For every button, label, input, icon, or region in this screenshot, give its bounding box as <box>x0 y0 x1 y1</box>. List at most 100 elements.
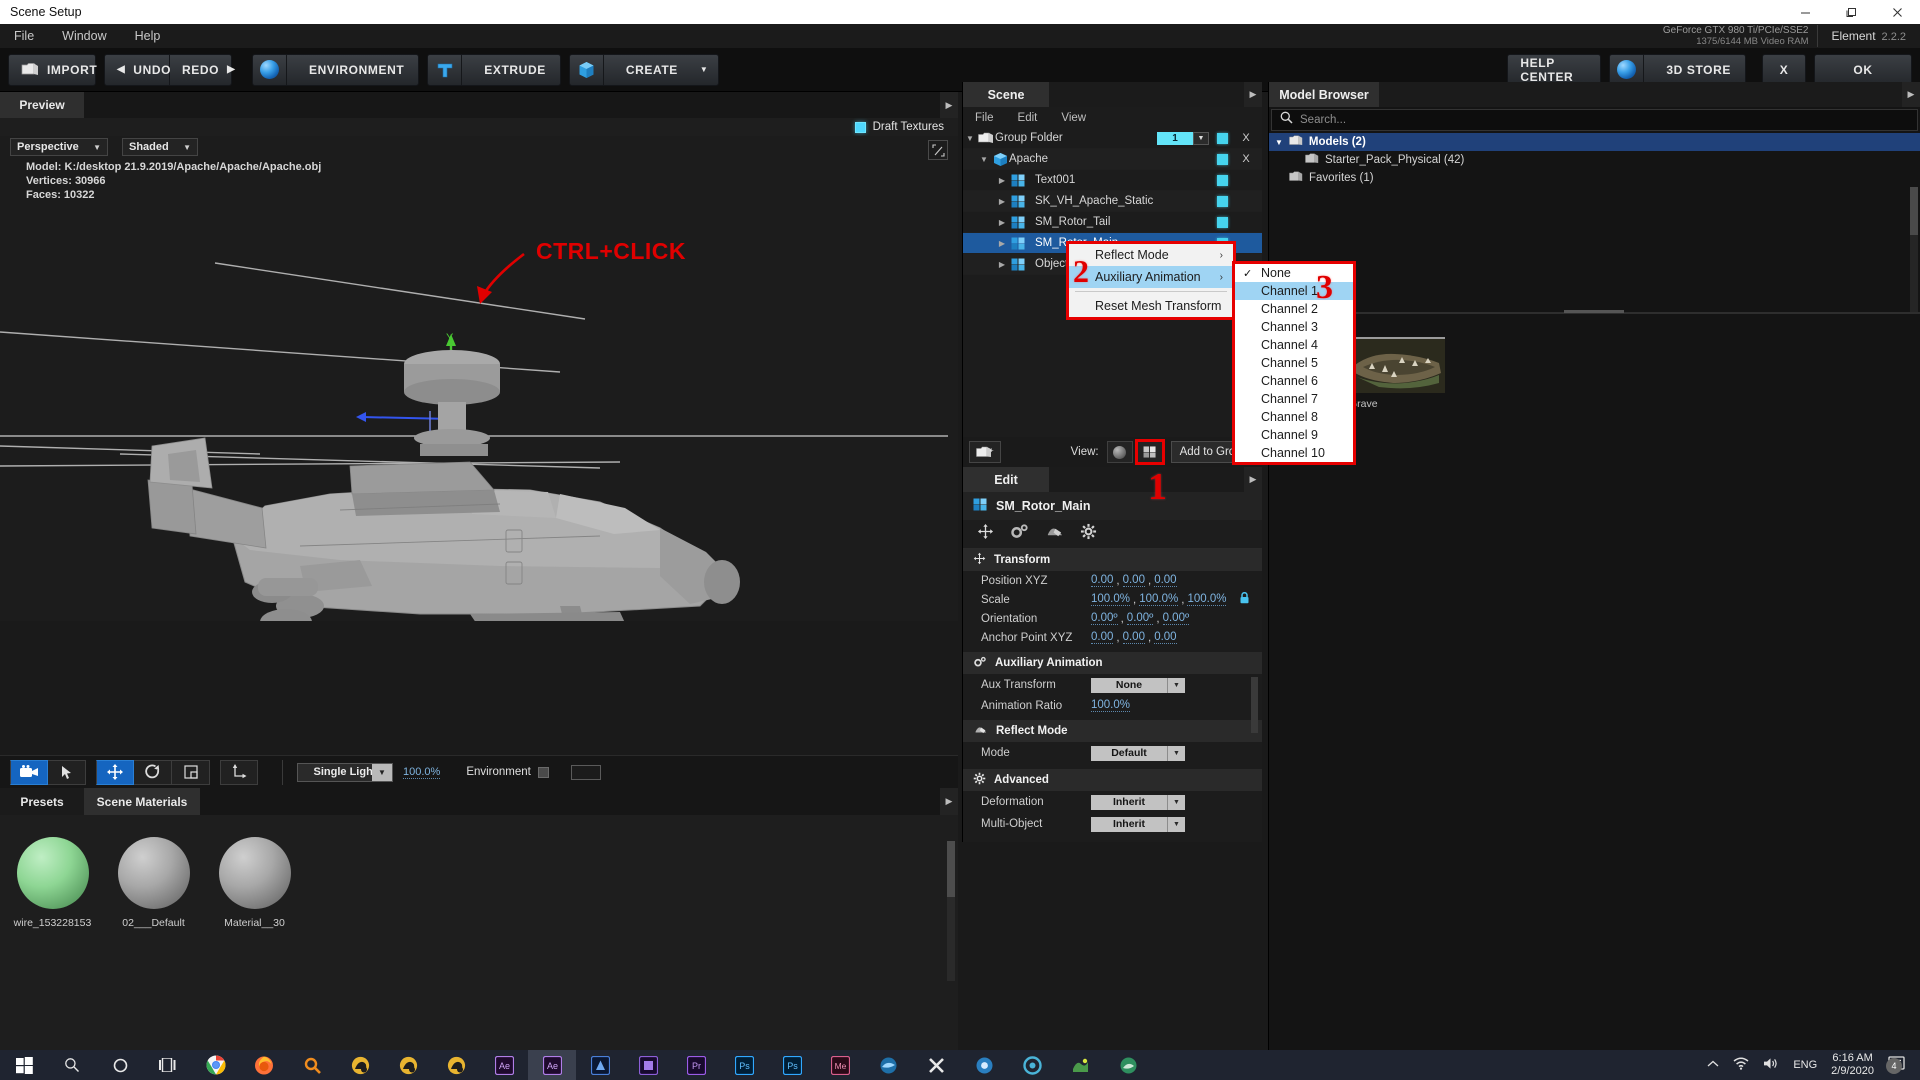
camera-tool-button[interactable] <box>10 759 48 785</box>
light-intensity-value[interactable]: 100.0% <box>403 766 441 779</box>
photoshop-icon[interactable]: Ps <box>720 1050 768 1080</box>
channel-menu-item-channel-4[interactable]: Channel 4 <box>1235 336 1353 354</box>
app-icon-2[interactable] <box>384 1050 432 1080</box>
app-icon-1[interactable] <box>336 1050 384 1080</box>
twirl-right-icon[interactable]: ▶ <box>995 218 1009 227</box>
new-folder-button[interactable]: + <box>969 441 1001 463</box>
tab-scene[interactable]: Scene <box>963 82 1049 107</box>
tree-row-sm-rotor-tail[interactable]: ▶ SM_Rotor_Tail <box>963 212 1262 233</box>
deformation-select[interactable]: Inherit ▼ <box>1091 794 1185 810</box>
edit-panel-scrollbar[interactable] <box>1251 677 1258 733</box>
channel-menu-item-channel-6[interactable]: Channel 6 <box>1235 372 1353 390</box>
edit-panel-menu-icon[interactable]: ▶ <box>1244 467 1262 492</box>
section-header-advanced[interactable]: Advanced <box>963 769 1262 791</box>
light-preset-select[interactable]: Single Light ▼ <box>297 762 393 782</box>
twirl-right-icon[interactable]: ▶ <box>995 176 1009 185</box>
tab-preview[interactable]: Preview <box>0 92 84 118</box>
menu-window[interactable]: Window <box>48 24 120 48</box>
app-icon-4[interactable] <box>576 1050 624 1080</box>
scene-menu-file[interactable]: File <box>963 112 1006 124</box>
channel-menu-item-channel-5[interactable]: Channel 5 <box>1235 354 1353 372</box>
material-swatch[interactable]: Material__30 <box>212 837 297 1050</box>
cancel-button[interactable]: X <box>1762 53 1806 86</box>
scale-tool-button[interactable] <box>172 759 210 785</box>
local-axis-button[interactable] <box>220 759 258 785</box>
app-icon-6[interactable] <box>864 1050 912 1080</box>
context-menu-item-reflect-mode[interactable]: Reflect Mode › <box>1069 244 1233 266</box>
section-header-reflect-mode[interactable]: Reflect Mode <box>963 720 1262 742</box>
tab-presets[interactable]: Presets <box>0 788 84 815</box>
network-icon[interactable] <box>1733 1057 1749 1073</box>
help-center-button[interactable]: HELP CENTER <box>1507 53 1602 86</box>
extrude-button[interactable]: EXTRUDE <box>427 53 561 86</box>
anchor-x-value[interactable]: 0.00 <box>1091 631 1114 644</box>
view-mesh-toggle[interactable] <box>1134 439 1165 465</box>
tree-row-text001[interactable]: ▶ Text001 <box>963 170 1262 191</box>
twirl-down-icon[interactable]: ▼ <box>1275 138 1283 147</box>
visibility-toggle[interactable] <box>1217 195 1228 207</box>
channel-menu-item-channel-3[interactable]: Channel 3 <box>1235 318 1353 336</box>
scene-panel-menu-icon[interactable]: ▶ <box>1244 82 1262 107</box>
visibility-toggle[interactable] <box>1217 132 1228 144</box>
move-tool-button[interactable] <box>96 759 134 785</box>
cortana-icon[interactable] <box>96 1050 144 1080</box>
viewport-expand-button[interactable] <box>928 140 948 160</box>
app-icon-11[interactable] <box>1104 1050 1152 1080</box>
menu-file[interactable]: File <box>0 24 48 48</box>
view-material-toggle[interactable] <box>1106 441 1133 463</box>
channel-menu-item-channel-1[interactable]: Channel 1 <box>1235 282 1353 300</box>
model-browser-panel-menu-icon[interactable]: ▶ <box>1902 82 1920 107</box>
model-browser-row-starter-pack[interactable]: Starter_Pack_Physical (42) <box>1269 151 1920 169</box>
channel-menu-item-channel-7[interactable]: Channel 7 <box>1235 390 1353 408</box>
position-z-value[interactable]: 0.00 <box>1154 574 1177 587</box>
animation-ratio-value[interactable]: 100.0% <box>1091 699 1131 712</box>
app-icon-9[interactable] <box>1008 1050 1056 1080</box>
close-button[interactable] <box>1874 0 1920 24</box>
volume-icon[interactable] <box>1763 1057 1779 1073</box>
delete-row-button[interactable]: X <box>1236 132 1256 144</box>
group-count-value[interactable]: 1 <box>1157 131 1193 145</box>
maximize-button[interactable] <box>1828 0 1874 24</box>
after-effects-icon[interactable]: Ae <box>480 1050 528 1080</box>
presets-panel-menu-icon[interactable]: ▶ <box>940 788 958 815</box>
model-browser-row-favorites[interactable]: Favorites (1) <box>1269 169 1920 187</box>
search-icon[interactable] <box>48 1050 96 1080</box>
photoshop-icon-2[interactable]: Ps <box>768 1050 816 1080</box>
after-effects-icon-2[interactable]: Ae <box>528 1050 576 1080</box>
channel-menu-item-channel-9[interactable]: Channel 9 <box>1235 426 1353 444</box>
aux-transform-select[interactable]: None ▼ <box>1091 677 1185 693</box>
transform-mode-icon[interactable] <box>977 523 994 545</box>
twirl-right-icon[interactable]: ▶ <box>995 239 1009 248</box>
tree-row-apache[interactable]: ▼ Apache X <box>963 149 1262 170</box>
app-icon-3[interactable] <box>432 1050 480 1080</box>
scale-z-value[interactable]: 100.0% <box>1187 593 1227 606</box>
app-icon-10[interactable] <box>1056 1050 1104 1080</box>
delete-row-button[interactable]: X <box>1236 153 1256 165</box>
rotate-tool-button[interactable] <box>134 759 172 785</box>
taskbar-clock[interactable]: 6:16 AM 2/9/2020 <box>1831 1052 1874 1078</box>
section-header-aux-animation[interactable]: Auxiliary Animation <box>963 652 1262 674</box>
orientation-x-value[interactable]: 0.00º <box>1091 612 1118 625</box>
tab-edit[interactable]: Edit <box>963 467 1049 492</box>
twirl-right-icon[interactable]: ▶ <box>995 260 1009 269</box>
reflect-mode-icon[interactable] <box>1045 524 1064 545</box>
draft-textures-checkbox[interactable] <box>854 121 866 133</box>
reflect-mode-select[interactable]: Default ▼ <box>1091 745 1185 761</box>
context-menu-item-auxiliary-animation[interactable]: Auxiliary Animation › <box>1069 266 1233 288</box>
camera-select[interactable]: Perspective ▼ <box>10 138 108 156</box>
lock-icon[interactable] <box>1239 591 1250 607</box>
position-y-value[interactable]: 0.00 <box>1122 574 1145 587</box>
search-everything-icon[interactable] <box>288 1050 336 1080</box>
undo-button[interactable]: ◀ UNDO <box>104 53 170 86</box>
tree-row-sk-vh-apache-static[interactable]: ▶ SK_VH_Apache_Static <box>963 191 1262 212</box>
channel-menu-item-none[interactable]: ✓ None <box>1235 264 1353 282</box>
visibility-toggle[interactable] <box>1217 153 1228 165</box>
chrome-icon[interactable] <box>192 1050 240 1080</box>
premiere-icon[interactable]: Pr <box>672 1050 720 1080</box>
scale-y-value[interactable]: 100.0% <box>1139 593 1179 606</box>
multi-object-select[interactable]: Inherit ▼ <box>1091 816 1185 832</box>
scene-menu-view[interactable]: View <box>1049 112 1098 124</box>
create-button[interactable]: CREATE ▼ <box>568 53 720 86</box>
ok-button[interactable]: OK <box>1814 53 1912 86</box>
app-icon-8[interactable] <box>960 1050 1008 1080</box>
